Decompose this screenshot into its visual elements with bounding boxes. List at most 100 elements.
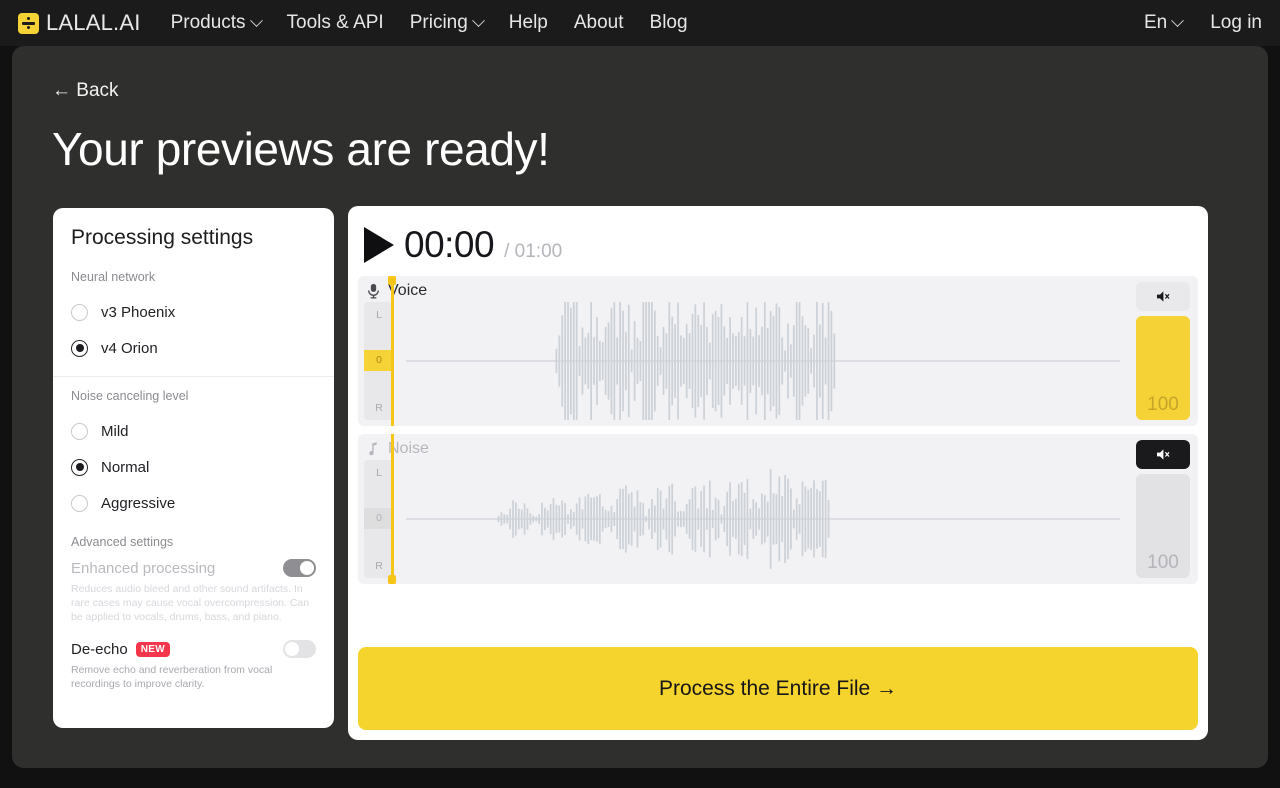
mute-button-voice[interactable]: [1136, 282, 1190, 311]
playhead-handle: [388, 575, 396, 584]
pan-slider-noise[interactable]: L 0 R: [364, 460, 394, 578]
radio-mild[interactable]: Mild: [71, 413, 316, 449]
brand-logo[interactable]: LALAL.AI: [18, 10, 141, 36]
volume-column-noise: 100: [1136, 440, 1190, 578]
nav-label: Pricing: [410, 12, 468, 34]
chevron-down-icon: [250, 14, 263, 27]
volume-slider-voice[interactable]: 100: [1136, 316, 1190, 420]
new-badge: NEW: [136, 642, 170, 657]
speaker-icon: [1156, 290, 1171, 303]
settings-title: Processing settings: [71, 226, 316, 250]
volume-slider-noise[interactable]: 100: [1136, 474, 1190, 578]
enhanced-processing-row: Enhanced processing: [71, 559, 316, 577]
chevron-down-icon: [472, 14, 485, 27]
section-divider: [53, 376, 334, 377]
nav-label: Help: [509, 12, 548, 34]
pan-right-label: R: [364, 560, 394, 572]
track-noise-header: Noise: [366, 440, 429, 458]
de-echo-label-group: De-echo NEW: [71, 641, 170, 658]
pan-right-label: R: [364, 402, 394, 414]
radio-icon-selected: [71, 340, 88, 357]
nav-label: Products: [171, 12, 246, 34]
lalal-logo-icon: [18, 13, 39, 34]
de-echo-label: De-echo: [71, 641, 128, 658]
language-selector[interactable]: En: [1144, 12, 1182, 34]
playhead-voice[interactable]: [391, 276, 394, 426]
noise-level-label: Noise canceling level: [71, 389, 316, 403]
chevron-down-icon: [1171, 14, 1184, 27]
track-voice-header: Voice: [366, 282, 427, 300]
brand-name: LALAL.AI: [46, 10, 141, 36]
nav-label: Blog: [650, 12, 688, 34]
music-note-icon: [366, 441, 381, 457]
transport-bar: 00:00 / 01:00: [358, 218, 1198, 276]
radio-v4-orion[interactable]: v4 Orion: [71, 330, 316, 366]
playhead-handle: [388, 276, 396, 285]
de-echo-toggle[interactable]: [283, 640, 316, 658]
toggle-knob: [300, 561, 314, 575]
nav-item-blog[interactable]: Blog: [650, 12, 688, 34]
radio-icon: [71, 495, 88, 512]
enhanced-processing-description: Reduces audio bleed and other sound arti…: [71, 582, 316, 624]
advanced-item-de-echo: De-echo NEW Remove echo and reverberatio…: [71, 640, 316, 691]
volume-value: 100: [1147, 394, 1179, 420]
nav-item-help[interactable]: Help: [509, 12, 548, 34]
nav-links: Products Tools & API Pricing Help About …: [171, 12, 688, 34]
mute-button-noise[interactable]: [1136, 440, 1190, 469]
waveform-noise[interactable]: [406, 460, 1120, 578]
app-root: LALAL.AI Products Tools & API Pricing He…: [0, 0, 1280, 788]
processing-settings-card: Processing settings Neural network v3 Ph…: [53, 208, 334, 728]
enhanced-processing-label: Enhanced processing: [71, 560, 215, 577]
pan-left-label: L: [364, 309, 394, 321]
language-label: En: [1144, 12, 1167, 34]
nav-item-products[interactable]: Products: [171, 12, 261, 34]
neural-network-label: Neural network: [71, 270, 316, 284]
playhead-noise[interactable]: [391, 434, 394, 584]
nav-right-group: En Log in: [1144, 12, 1262, 34]
nav-item-about[interactable]: About: [574, 12, 624, 34]
preview-player-card: 00:00 / 01:00 Voice L 0 R: [348, 206, 1208, 740]
toggle-knob: [285, 642, 299, 656]
pan-left-label: L: [364, 467, 394, 479]
pan-center-value: 0: [364, 508, 394, 529]
nav-item-tools-api[interactable]: Tools & API: [287, 12, 384, 34]
page-title: Your previews are ready!: [52, 122, 550, 176]
radio-label: Aggressive: [101, 495, 175, 512]
advanced-settings-label: Advanced settings: [71, 535, 316, 549]
page-container: ← Back Your previews are ready! Processi…: [12, 46, 1268, 768]
radio-normal[interactable]: Normal: [71, 449, 316, 485]
volume-column-voice: 100: [1136, 282, 1190, 420]
radio-icon: [71, 304, 88, 321]
radio-icon-selected: [71, 459, 88, 476]
de-echo-description: Remove echo and reverberation from vocal…: [71, 663, 316, 691]
radio-label: Normal: [101, 459, 149, 476]
waveform-voice[interactable]: [406, 302, 1120, 420]
nav-item-pricing[interactable]: Pricing: [410, 12, 483, 34]
top-navbar: LALAL.AI Products Tools & API Pricing He…: [0, 0, 1280, 46]
enhanced-processing-toggle[interactable]: [283, 559, 316, 577]
radio-label: v3 Phoenix: [101, 304, 175, 321]
login-link[interactable]: Log in: [1210, 12, 1262, 34]
play-icon[interactable]: [364, 227, 394, 263]
track-name: Noise: [388, 440, 429, 458]
radio-icon: [71, 423, 88, 440]
volume-value: 100: [1147, 552, 1179, 578]
track-voice: Voice L 0 R: [358, 276, 1198, 426]
total-time: / 01:00: [504, 241, 562, 263]
microphone-icon: [366, 283, 381, 299]
pan-center-value: 0: [364, 350, 394, 371]
back-link[interactable]: ← Back: [52, 80, 119, 102]
advanced-item-enhanced-processing: Enhanced processing Reduces audio bleed …: [71, 559, 316, 624]
track-noise: Noise L 0 R: [358, 434, 1198, 584]
radio-label: v4 Orion: [101, 340, 158, 357]
radio-label: Mild: [101, 423, 129, 440]
radio-aggressive[interactable]: Aggressive: [71, 485, 316, 521]
speaker-muted-icon: [1156, 448, 1171, 461]
nav-label: Tools & API: [287, 12, 384, 34]
nav-label: About: [574, 12, 624, 34]
de-echo-row: De-echo NEW: [71, 640, 316, 658]
process-entire-file-button[interactable]: Process the Entire File →: [358, 647, 1198, 730]
pan-slider-voice[interactable]: L 0 R: [364, 302, 394, 420]
radio-v3-phoenix[interactable]: v3 Phoenix: [71, 294, 316, 330]
current-time: 00:00: [404, 224, 494, 266]
